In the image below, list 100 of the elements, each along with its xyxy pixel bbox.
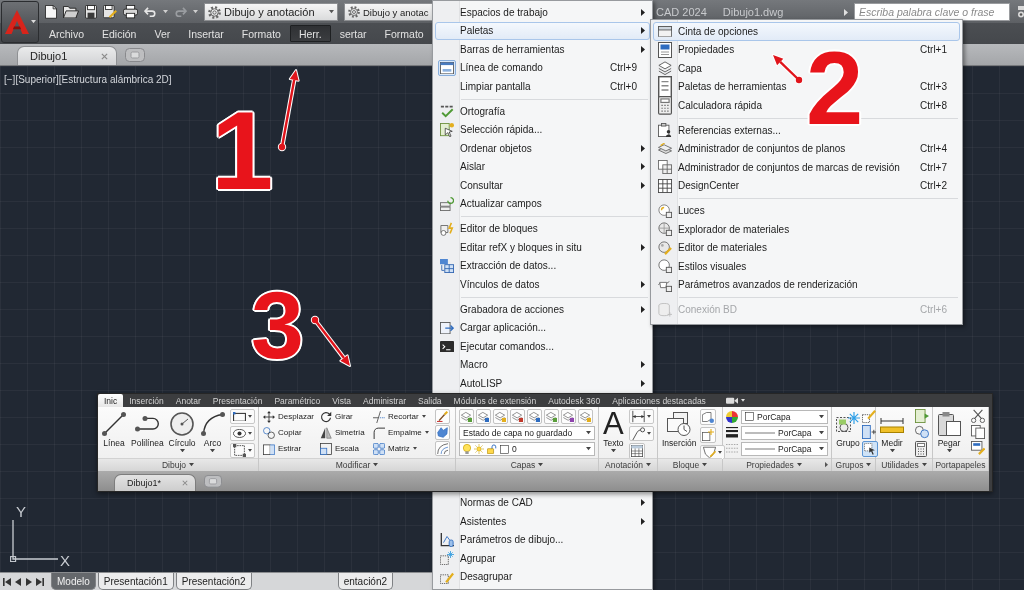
menu-item[interactable]: Actualizar campos [435, 194, 650, 213]
ribbon-tab[interactable]: Módulos de extensión [447, 394, 543, 407]
layer-stack-icon[interactable] [459, 409, 474, 424]
video-camera-icon[interactable] [725, 396, 738, 405]
menu-item[interactable]: Administrador de conjuntos de marcas de revisión Ctrl+7 [653, 158, 960, 177]
dropdown-button[interactable] [230, 426, 255, 441]
menu-item[interactable]: sertar [330, 25, 376, 42]
tool-button[interactable]: Medir [879, 409, 905, 454]
group-pencil-icon[interactable] [862, 409, 876, 423]
viewport-label[interactable]: [−][Superior][Estructura alámbrica 2D] [4, 74, 172, 85]
layout-tab[interactable]: entación2 [337, 573, 394, 590]
tool-button[interactable]: Estirar [262, 441, 316, 456]
cursor-box-icon[interactable] [862, 441, 878, 457]
select-sheet-icon[interactable] [915, 409, 929, 423]
overlapping-circles-icon[interactable] [915, 425, 929, 439]
menu-item[interactable]: Desagrupar [435, 567, 650, 586]
tool-button[interactable]: Arco [199, 409, 226, 454]
layer-stack-icon[interactable] [544, 409, 559, 424]
menu-item[interactable]: Luces [653, 201, 960, 220]
right-triangle-icon[interactable] [844, 8, 848, 16]
menu-item[interactable]: Parámetros de dibujo... [435, 530, 650, 549]
right-arrow-icon[interactable] [24, 576, 34, 587]
panel-title-button[interactable]: Bloque [658, 458, 722, 471]
application-menu-button[interactable] [1, 1, 39, 43]
menu-item[interactable]: Herr. [289, 25, 331, 42]
layer-stack-icon[interactable] [527, 409, 542, 424]
layout-tab[interactable]: Presentación2 [175, 573, 252, 590]
layer-stack-icon[interactable] [476, 409, 491, 424]
tool-button[interactable]: A Texto [602, 409, 625, 454]
open-folder-icon[interactable] [63, 5, 79, 19]
two-pages-icon[interactable] [971, 425, 985, 439]
menu-item[interactable]: Asistentes [435, 512, 650, 531]
ribbon-tab[interactable]: Salida [411, 394, 448, 407]
tool-button[interactable]: Empalme [372, 425, 432, 440]
menu-item[interactable]: Consultar [435, 176, 650, 195]
menu-item[interactable]: Aislar [435, 157, 650, 176]
close-icon[interactable] [101, 52, 108, 60]
menu-item[interactable]: AutoLISP [435, 374, 650, 393]
menu-item[interactable]: Vínculos de datos [435, 275, 650, 294]
panel-title-button[interactable]: Propiedades [723, 458, 831, 471]
menu-item[interactable]: Editar refX y bloques in situ [435, 238, 650, 257]
block-shape-icon[interactable] [699, 409, 716, 425]
scissors-icon[interactable] [971, 409, 985, 423]
calculator-icon[interactable] [915, 441, 927, 457]
file-tab[interactable]: Dibujo1* [114, 474, 196, 491]
tool-button[interactable]: Recortar [372, 409, 432, 424]
menu-item[interactable]: Cinta de opciones [653, 22, 960, 41]
menu-item[interactable]: Editor de materiales [653, 238, 960, 257]
tool-button[interactable]: Círculo [167, 409, 197, 454]
menu-item[interactable]: DesignCenter Ctrl+2 [653, 176, 960, 195]
panel-title-button[interactable]: Portapapeles [933, 458, 988, 471]
panel-plus-icon[interactable] [862, 425, 876, 439]
ribbon-tab[interactable]: Autodesk 360 [542, 394, 607, 407]
brush-icon[interactable] [435, 409, 450, 424]
menu-item[interactable]: Administrador de conjuntos de planos Ctrl+4 [653, 139, 960, 158]
menu-item[interactable]: Macro [435, 355, 650, 374]
tool-button[interactable]: Desplazar [262, 409, 316, 424]
menu-item[interactable]: Ejecutar comandos... [435, 337, 650, 356]
burst-icon[interactable] [435, 425, 450, 440]
panel-title-button[interactable]: Capas [456, 458, 598, 471]
layer-dropdown[interactable]: 0 [459, 442, 595, 456]
workspace-dropdown[interactable]: Dibujo y anotación [204, 3, 338, 21]
ribbon-tab[interactable]: Inserción [123, 394, 170, 407]
menu-item[interactable]: Ver [145, 25, 180, 42]
menu-item[interactable]: Explorador de materiales [653, 220, 960, 239]
layout-tab[interactable]: Modelo [51, 573, 96, 590]
dropdown-button[interactable] [230, 443, 255, 458]
layer-stack-icon[interactable] [578, 409, 593, 424]
menu-item[interactable]: Parámetros avanzados de renderización [653, 275, 960, 294]
dropdown-button[interactable] [629, 409, 654, 424]
layout-tab[interactable]: Presentación1 [97, 573, 174, 590]
menu-item[interactable]: Grabadora de acciones [435, 300, 650, 319]
menu-item[interactable]: Edición [93, 25, 146, 42]
menu-item[interactable]: Barras de herramientas [435, 40, 650, 59]
menu-item[interactable]: Normas de CAD [435, 493, 650, 512]
layer-stack-icon[interactable] [510, 409, 525, 424]
menu-item[interactable]: Extracción de datos... [435, 256, 650, 275]
tool-button[interactable]: Girar [319, 409, 369, 424]
menu-item[interactable]: Ortografía [435, 102, 650, 121]
ribbon-tab[interactable]: Presentación [206, 394, 269, 407]
first-arrow-icon[interactable] [2, 576, 12, 587]
menu-item[interactable]: Limpiar pantalla Ctrl+0 [435, 77, 650, 96]
binoculars-icon[interactable] [1018, 5, 1024, 19]
search-field[interactable]: Escriba palabra clave o frase [854, 3, 1010, 21]
panel-title-button[interactable]: Grupos [832, 458, 875, 471]
ribbon-tab[interactable]: Vista [326, 394, 357, 407]
menu-item[interactable]: Editor de bloques [435, 219, 650, 238]
undo-icon[interactable] [144, 7, 157, 17]
tool-button[interactable]: Grupo [835, 409, 861, 449]
tool-button[interactable]: Inserción [661, 409, 698, 449]
menu-item[interactable]: Agrupar [435, 549, 650, 568]
tool-button[interactable]: Copiar [262, 425, 316, 440]
menu-item[interactable]: Formato [232, 25, 290, 42]
layer-stack-icon[interactable] [493, 409, 508, 424]
printer-icon[interactable] [123, 5, 138, 19]
menu-item[interactable]: Cargar aplicación... [435, 318, 650, 337]
brush-sheet-icon[interactable] [971, 441, 985, 455]
color-dropdown[interactable]: PorCapa [741, 409, 828, 424]
tool-button[interactable]: Escala [319, 441, 369, 456]
tool-button[interactable]: Pegar [936, 409, 962, 454]
